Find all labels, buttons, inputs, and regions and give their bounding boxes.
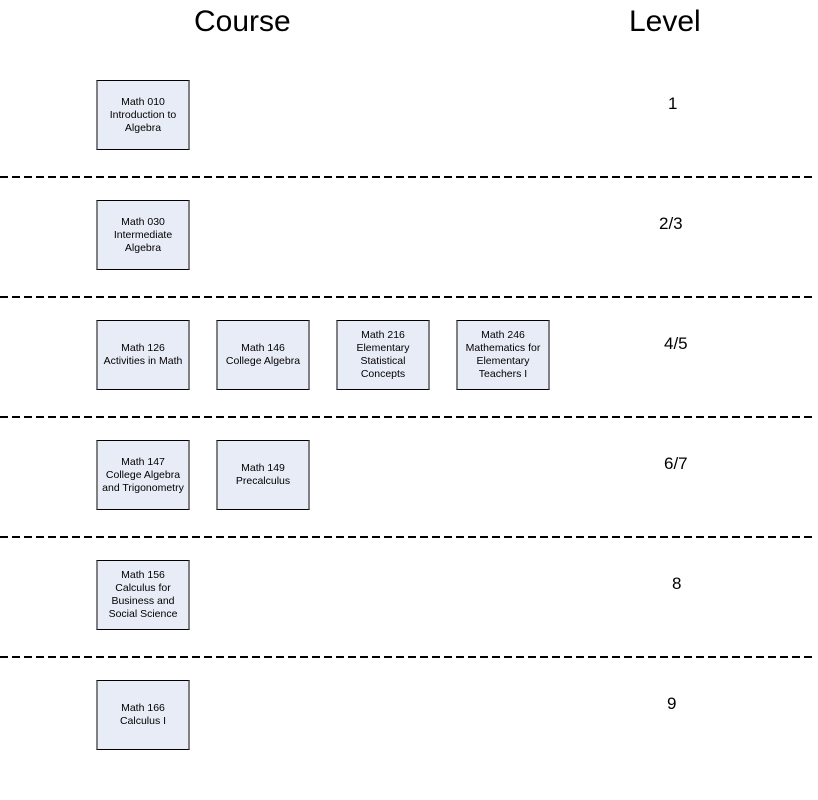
- course-number: Math 216: [361, 329, 405, 341]
- course-number: Math 246: [481, 329, 525, 341]
- course-box: Math 216 Elementary Statistical Concepts: [336, 320, 430, 390]
- course-number: Math 147: [121, 455, 165, 468]
- course-number: Math 146: [241, 342, 285, 354]
- level-divider: [0, 416, 813, 418]
- course-box: Math 126 Activities in Math: [96, 320, 190, 390]
- course-column-header: Course: [194, 5, 291, 38]
- level-label: 6/7: [664, 454, 688, 473]
- level-divider: [0, 296, 813, 298]
- course-title-line: and Trigonometry: [102, 481, 184, 494]
- course-title-line: Activities in Math: [103, 355, 183, 367]
- level-label: 4/5: [664, 334, 688, 353]
- level-divider: [0, 656, 813, 658]
- course-number: Math 166: [121, 702, 165, 714]
- course-title-line: Social Science: [108, 608, 178, 620]
- course-box: Math 010 Introduction to Algebra: [96, 80, 190, 150]
- course-title-line: Calculus I: [119, 715, 167, 727]
- course-box: Math 246 Mathematics for Elementary Teacher…: [456, 320, 550, 390]
- level-column-header: Level: [629, 5, 701, 38]
- course-title-line: Elementary: [476, 355, 530, 367]
- level-divider: [0, 176, 813, 178]
- level-label: 9: [667, 694, 677, 713]
- course-title-line: Statistical: [360, 355, 406, 367]
- course-title-line: Algebra: [124, 241, 162, 254]
- course-box: Math 156 Calculus for Business and Social S…: [96, 560, 190, 630]
- course-title-line: Business and: [111, 595, 175, 607]
- course-title-line: Mathematics for: [465, 342, 541, 354]
- course-box: Math 030 Intermediate Algebra: [96, 200, 190, 270]
- course-title-line: Teachers I: [478, 368, 528, 380]
- course-box: Math 146 College Algebra: [216, 320, 310, 390]
- level-row: Math 010 Introduction to Algebra 1: [0, 80, 818, 200]
- course-title-line: College Algebra: [225, 355, 301, 367]
- course-number: Math 030: [121, 215, 165, 228]
- course-number: Math 010: [121, 95, 165, 108]
- course-title-line: Algebra: [124, 121, 162, 134]
- course-title-line: Intermediate: [113, 228, 173, 241]
- level-label: 2/3: [659, 214, 683, 233]
- level-row: Math 030 Intermediate Algebra 2/3: [0, 200, 818, 320]
- level-row: Math 126 Activities in Math Math 146 Colleg…: [0, 320, 818, 440]
- course-title-line: Calculus for: [115, 582, 171, 594]
- course-title-line: Precalculus: [235, 475, 291, 487]
- course-title-line: Elementary: [356, 342, 410, 354]
- course-number: Math 149: [241, 462, 285, 474]
- course-box: Math 149 Precalculus: [216, 440, 310, 510]
- course-title-line: Concepts: [360, 368, 406, 380]
- course-title-line: College Algebra: [105, 468, 181, 481]
- level-label: 8: [672, 574, 682, 593]
- level-row: Math 156 Calculus for Business and Social S…: [0, 560, 818, 680]
- course-title-line: Introduction to: [109, 108, 177, 121]
- level-row: Math 166 Calculus I 9: [0, 680, 818, 800]
- course-box: Math 166 Calculus I: [96, 680, 190, 750]
- level-label: 1: [668, 94, 678, 113]
- course-number: Math 156: [121, 569, 165, 581]
- course-box: Math 147 College Algebra and Trigonometry: [96, 440, 190, 510]
- level-row: Math 147 College Algebra and Trigonometry M…: [0, 440, 818, 560]
- level-divider: [0, 536, 813, 538]
- course-number: Math 126: [121, 342, 165, 354]
